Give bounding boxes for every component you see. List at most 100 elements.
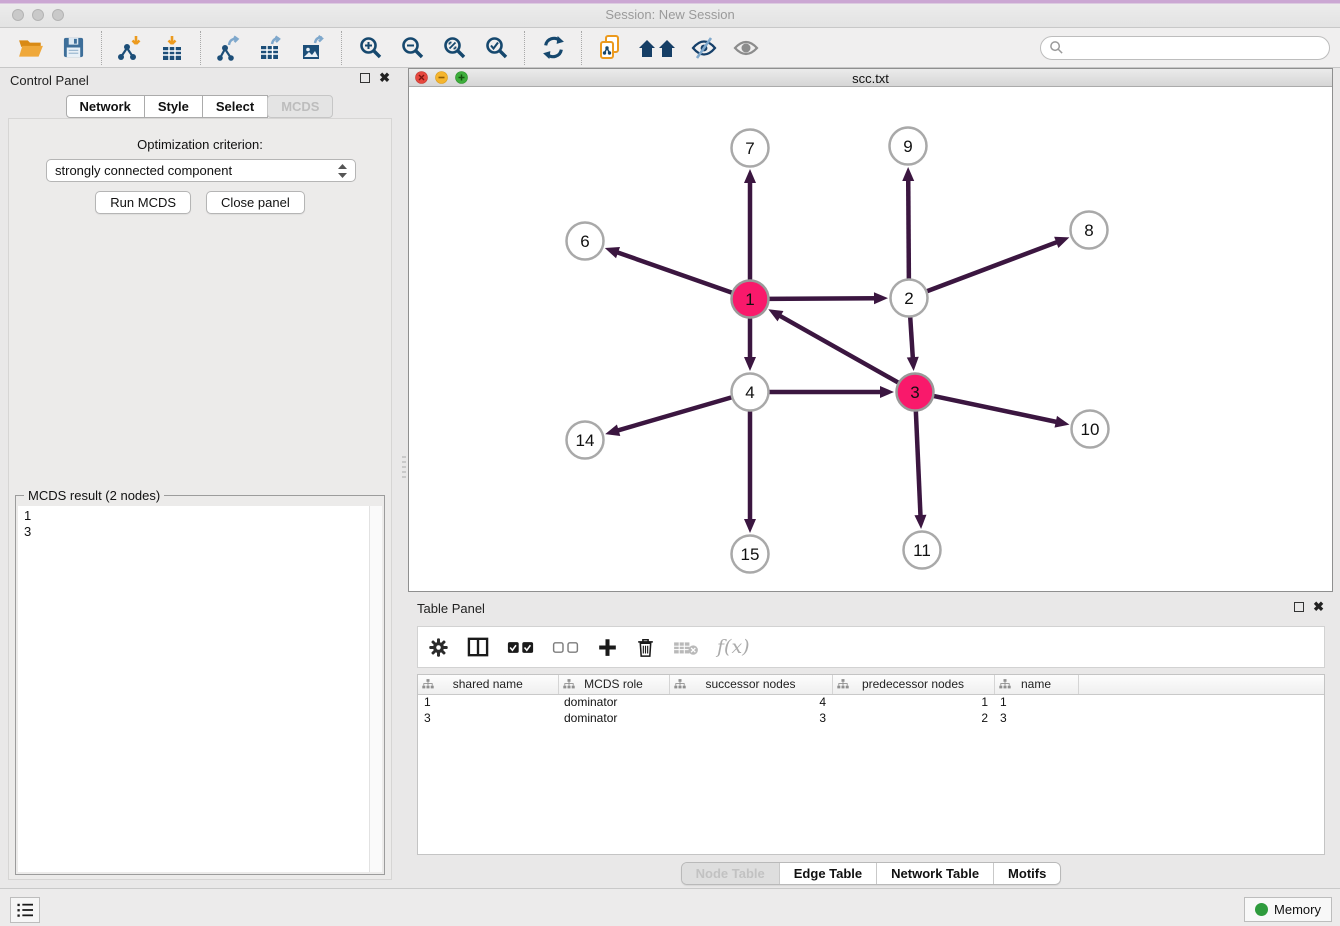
table-cell[interactable]: 1 <box>994 694 1078 710</box>
toolbar-separator <box>581 31 582 65</box>
table-settings-button[interactable] <box>428 637 449 658</box>
delete-table-button[interactable] <box>673 639 699 656</box>
select-all-button[interactable] <box>507 641 534 654</box>
clone-network-button[interactable] <box>593 32 627 64</box>
column-header-label: shared name <box>453 677 523 691</box>
search-box[interactable] <box>1040 36 1330 60</box>
graph-edge[interactable] <box>615 252 734 294</box>
home-layout-button[interactable] <box>635 32 679 64</box>
table-cell[interactable]: dominator <box>558 694 669 710</box>
float-table-panel-icon[interactable] <box>1294 602 1304 612</box>
node-table: shared name MCDS rolesuccessor nodesprede… <box>417 674 1325 855</box>
zoom-selected-icon <box>484 35 509 60</box>
close-table-panel-icon[interactable]: ✖ <box>1313 602 1324 612</box>
tab-network-table[interactable]: Network Table <box>876 863 993 884</box>
graph-edge[interactable] <box>932 396 1059 423</box>
graph-node-label: 1 <box>745 290 754 309</box>
export-table-icon <box>258 35 284 61</box>
tab-style[interactable]: Style <box>144 95 203 118</box>
export-image-icon <box>300 35 326 61</box>
float-panel-icon[interactable] <box>360 73 370 83</box>
export-table-button[interactable] <box>254 32 288 64</box>
export-image-button[interactable] <box>296 32 330 64</box>
zoom-selected-button[interactable] <box>479 32 513 64</box>
tab-mcds[interactable]: MCDS <box>267 95 333 118</box>
network-window-titlebar[interactable]: scc.txt <box>409 69 1332 87</box>
table-panel-title: Table Panel <box>417 601 485 616</box>
tab-node-table[interactable]: Node Table <box>682 863 779 884</box>
deselect-all-button[interactable] <box>552 641 579 654</box>
column-type-icon <box>837 679 849 690</box>
zoom-in-button[interactable] <box>353 32 387 64</box>
open-session-button[interactable] <box>14 32 48 64</box>
optimization-criterion-value: strongly connected component <box>55 163 232 178</box>
result-scrollbar[interactable] <box>369 506 382 872</box>
table-tabs: Node Table Edge Table Network Table Moti… <box>408 862 1334 885</box>
column-header[interactable]: successor nodes <box>669 675 832 694</box>
split-panel-button[interactable] <box>467 637 489 657</box>
zoom-out-button[interactable] <box>395 32 429 64</box>
function-builder-button[interactable]: f(x) <box>717 636 750 658</box>
graph-edge[interactable] <box>910 315 913 360</box>
hide-panels-button[interactable] <box>687 32 721 64</box>
panel-splitter[interactable] <box>400 68 408 888</box>
graph-edge[interactable] <box>767 298 877 299</box>
add-column-button[interactable] <box>597 637 618 658</box>
import-table-button[interactable] <box>155 32 189 64</box>
import-network-button[interactable] <box>113 32 147 64</box>
table-toolbar: f(x) <box>417 626 1325 668</box>
save-session-button[interactable] <box>56 32 90 64</box>
table-cell[interactable]: 1 <box>418 694 558 710</box>
trash-icon <box>636 637 655 658</box>
table-cell[interactable]: 1 <box>832 694 994 710</box>
window-titlebar: Session: New Session <box>0 0 1340 28</box>
mcds-result-area[interactable]: 1 3 <box>18 506 382 872</box>
table-cell[interactable]: 2 <box>832 710 994 726</box>
show-panels-button[interactable] <box>729 32 763 64</box>
tab-network[interactable]: Network <box>66 95 145 118</box>
graph-edge[interactable] <box>908 178 909 281</box>
split-panel-icon <box>467 637 489 657</box>
control-panel-title: Control Panel <box>10 73 89 88</box>
main-toolbar <box>0 28 1340 68</box>
column-header[interactable]: name <box>994 675 1078 694</box>
network-window: scc.txt 7968124314101511 <box>408 68 1333 592</box>
table-cell[interactable]: 3 <box>669 710 832 726</box>
graph-edge-arrowhead <box>880 386 894 398</box>
table-cell[interactable]: 3 <box>994 710 1078 726</box>
graph-edge[interactable] <box>925 241 1059 292</box>
table-cell[interactable]: 4 <box>669 694 832 710</box>
export-network-icon <box>216 35 242 61</box>
refresh-button[interactable] <box>536 32 570 64</box>
memory-label: Memory <box>1274 902 1321 917</box>
table-cell[interactable]: 3 <box>418 710 558 726</box>
graph-edge[interactable] <box>778 315 900 384</box>
node-table-body: 1dominator4113dominator323 <box>418 694 1324 726</box>
graph-edge-arrowhead <box>902 167 914 181</box>
task-history-button[interactable] <box>10 897 40 923</box>
graph-edge[interactable] <box>616 397 734 431</box>
column-header[interactable]: MCDS role <box>558 675 669 694</box>
column-header[interactable]: predecessor nodes <box>832 675 994 694</box>
tab-select[interactable]: Select <box>202 95 268 118</box>
memory-status-icon <box>1255 903 1268 916</box>
tab-motifs[interactable]: Motifs <box>993 863 1060 884</box>
tab-edge-table[interactable]: Edge Table <box>779 863 876 884</box>
table-cell[interactable]: dominator <box>558 710 669 726</box>
delete-button[interactable] <box>636 637 655 658</box>
table-row[interactable]: 1dominator411 <box>418 694 1324 710</box>
export-network-button[interactable] <box>212 32 246 64</box>
zoom-fit-button[interactable] <box>437 32 471 64</box>
column-header[interactable]: shared name <box>418 675 558 694</box>
run-mcds-button[interactable]: Run MCDS <box>95 191 191 214</box>
close-panel-icon[interactable]: ✖ <box>379 73 390 83</box>
graph-edge[interactable] <box>916 409 921 518</box>
optimization-criterion-select[interactable]: strongly connected component <box>46 159 356 182</box>
table-row[interactable]: 3dominator323 <box>418 710 1324 726</box>
control-panel-tabs: Network Style Select MCDS <box>0 95 400 118</box>
search-input[interactable] <box>1064 41 1321 55</box>
memory-button[interactable]: Memory <box>1244 897 1332 922</box>
graph-node-label: 11 <box>913 541 931 560</box>
network-canvas[interactable]: 7968124314101511 <box>409 88 1332 591</box>
close-panel-button[interactable]: Close panel <box>206 191 305 214</box>
